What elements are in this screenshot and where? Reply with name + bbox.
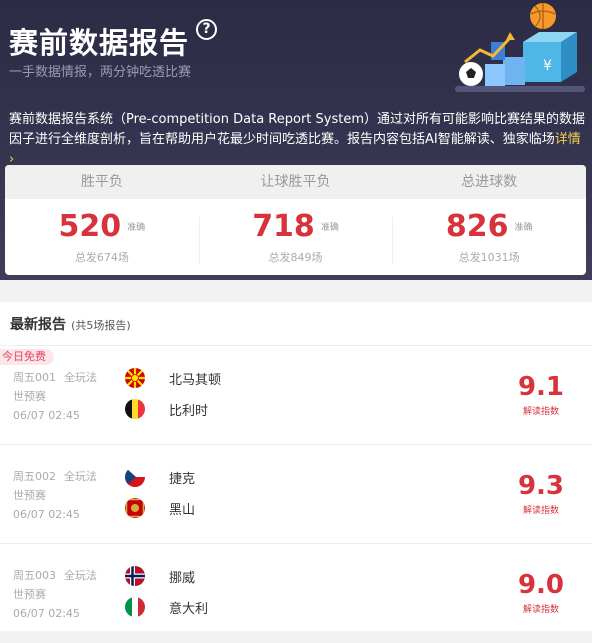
montenegro-flag-icon [125, 498, 145, 518]
stat-total: 总发674场 [74, 251, 129, 264]
score-label: 解读指数 [522, 506, 559, 516]
interpretation-score: 9.1 解读指数 [516, 372, 566, 417]
away-team-name: 意大利 [169, 601, 209, 617]
away-team-name: 黑山 [169, 502, 196, 518]
stat-label-total-goals: 总进球数 [461, 174, 518, 190]
stat-tag: 准确 [320, 223, 339, 233]
stat-tag: 准确 [514, 223, 533, 233]
accuracy-stats-card: 胜平负 让球胜平负 总进球数 520 准确 总发674场 718 准确 总发849场… [5, 165, 586, 275]
svg-text:¥: ¥ [543, 58, 552, 74]
score-label: 解读指数 [522, 407, 559, 417]
question-circle-icon[interactable]: ? [196, 19, 217, 40]
match-info: 周五002 全玩法 世预赛 06/07 02:45 [13, 467, 97, 524]
page-subtitle: 一手数据情报，两分钟吃透比赛 [9, 65, 192, 80]
home-team: 捷克 [125, 466, 195, 488]
play-type: 全玩法 [64, 470, 97, 483]
interpretation-score: 9.0 解读指数 [516, 570, 566, 615]
latest-reports-section: 最新报告 (共5场报告) 今日免费 周五001 全玩法 世预赛 06/07 02:… [0, 302, 592, 631]
page-title: 赛前数据报告 [9, 26, 190, 60]
report-row[interactable]: 今日免费 周五001 全玩法 世预赛 06/07 02:45 北马其顿 比利时 … [0, 346, 592, 445]
play-type: 全玩法 [64, 569, 97, 582]
away-team: 意大利 [125, 596, 208, 618]
stat-tag: 准确 [127, 223, 146, 233]
match-time: 06/07 02:45 [13, 607, 80, 620]
score-label: 解读指数 [522, 605, 559, 615]
stat-value: 520 [58, 209, 122, 244]
stat-win-draw-lose: 520 准确 总发674场 [5, 199, 199, 275]
away-team: 比利时 [125, 398, 208, 420]
match-info: 周五001 全玩法 世预赛 06/07 02:45 [13, 368, 97, 425]
stat-total-goals: 826 准确 总发1031场 [392, 199, 586, 275]
match-time: 06/07 02:45 [13, 409, 80, 422]
intro-description: 赛前数据报告系统（Pre-competition Data Report Sys… [9, 112, 585, 147]
away-team-name: 比利时 [169, 403, 209, 419]
north-macedonia-flag-icon [125, 368, 145, 388]
stat-total: 总发1031场 [458, 251, 520, 264]
reports-heading: 最新报告 [10, 317, 66, 333]
home-team: 挪威 [125, 565, 195, 587]
report-row[interactable]: 周五002 全玩法 世预赛 06/07 02:45 捷克 黑山 9.3 解读指数 [0, 445, 592, 544]
league-name: 世预赛 [13, 390, 46, 403]
data-report-illustration-icon: ¥ [455, 3, 585, 92]
stat-value: 826 [445, 209, 509, 244]
italy-flag-icon [125, 597, 145, 617]
match-code: 周五002 [13, 470, 56, 483]
intro-text: 赛前数据报告系统（Pre-competition Data Report Sys… [9, 110, 585, 170]
interpretation-score: 9.3 解读指数 [516, 471, 566, 516]
norway-flag-icon [125, 566, 145, 586]
home-team-name: 挪威 [169, 570, 196, 586]
stat-label-handicap: 让球胜平负 [260, 174, 331, 190]
czech-flag-icon [125, 467, 145, 487]
page-header: 赛前数据报告 ? 一手数据情报，两分钟吃透比赛 ¥ 赛前数据报告系统（Pre-c… [0, 0, 592, 280]
match-time: 06/07 02:45 [13, 508, 80, 521]
score-value: 9.3 [517, 471, 565, 501]
league-name: 世预赛 [13, 588, 46, 601]
match-code: 周五001 [13, 371, 56, 384]
stat-total: 总发849场 [268, 251, 323, 264]
stat-label-win-draw-lose: 胜平负 [80, 174, 123, 190]
score-value: 9.0 [517, 570, 565, 600]
stat-handicap: 718 准确 总发849场 [198, 199, 393, 275]
home-team-name: 捷克 [169, 471, 196, 487]
score-value: 9.1 [517, 372, 565, 402]
report-row[interactable]: 周五003 全玩法 世预赛 06/07 02:45 挪威 意大利 9.0 解读指数 [0, 544, 592, 643]
league-name: 世预赛 [13, 489, 46, 502]
match-code: 周五003 [13, 569, 56, 582]
away-team: 黑山 [125, 497, 195, 519]
free-today-badge: 今日免费 [0, 349, 54, 365]
reports-title: 最新报告 (共5场报告) [0, 302, 592, 346]
belgium-flag-icon [125, 399, 145, 419]
home-team-name: 北马其顿 [169, 372, 222, 388]
stats-header: 胜平负 让球胜平负 总进球数 [5, 165, 586, 199]
reports-count: (共5场报告) [71, 319, 131, 332]
stat-value: 718 [252, 209, 315, 244]
match-info: 周五003 全玩法 世预赛 06/07 02:45 [13, 566, 97, 623]
home-team: 北马其顿 [125, 367, 221, 389]
play-type: 全玩法 [64, 371, 97, 384]
